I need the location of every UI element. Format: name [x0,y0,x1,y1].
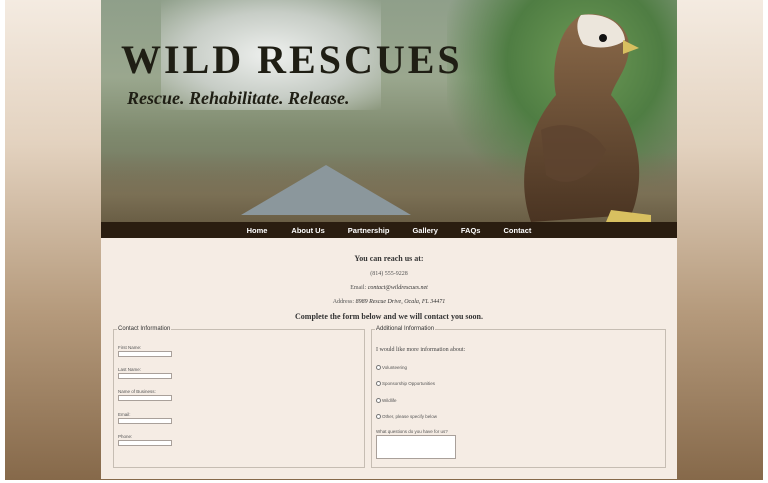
radio-volunteering[interactable] [376,365,381,370]
first-name-label: First Name: [118,345,142,350]
email-field-label: Email: [118,412,131,417]
contact-information-fieldset: Contact Information First Name: Last Nam… [113,326,365,468]
radio-other[interactable] [376,414,381,419]
additional-information-legend: Additional Information [376,326,435,332]
business-name-label: Name of Business: [118,389,156,394]
option-wildlife[interactable]: Wildlife [376,398,397,403]
site-frame: WILD RESCUES Rescue. Rehabilitate. Relea… [101,0,677,479]
option-volunteering-label: Volunteering [382,365,408,370]
nav-contact[interactable]: Contact [503,226,531,235]
header-banner: WILD RESCUES Rescue. Rehabilitate. Relea… [101,0,677,222]
option-volunteering[interactable]: Volunteering [376,365,407,370]
option-sponsorship-label: Sponsorship Opportunities [382,381,436,386]
radio-sponsorship[interactable] [376,381,381,386]
email-label: Email: [350,285,367,291]
last-name-input[interactable] [118,373,172,379]
address-label: Address: [332,299,355,305]
address-value: 8989 Rescue Drive, Ocala, FL 34471 [355,299,446,305]
nav-partnership[interactable]: Partnership [348,226,390,235]
email-link[interactable]: contact@wildrescues.net [368,285,428,291]
option-sponsorship[interactable]: Sponsorship Opportunities [376,381,435,386]
option-other-label: Other, please specify below [382,414,438,419]
last-name-label: Last Name: [118,367,142,372]
phone-label: Phone: [118,434,133,439]
contact-address-line: Address: 8989 Rescue Drive, Ocala, FL 34… [101,299,677,305]
nav-gallery[interactable]: Gallery [412,226,437,235]
site-title: WILD RESCUES [121,37,463,82]
phone-input[interactable] [118,440,172,446]
contact-phone: (814) 555-9228 [370,271,408,277]
form-call-to-action: Complete the form below and we will cont… [295,312,483,321]
contact-information-legend: Contact Information [118,326,171,332]
questions-textarea[interactable] [376,435,456,459]
contact-email-line: Email: contact@wildrescues.net [101,285,677,291]
main-nav: Home About Us Partnership Gallery FAQs C… [101,222,677,238]
option-other[interactable]: Other, please specify below [376,414,437,419]
additional-information-fieldset: Additional Information I would like more… [371,326,666,468]
info-intro: I would like more information about: [376,347,466,353]
option-wildlife-label: Wildlife [382,398,397,403]
nav-home[interactable]: Home [247,226,268,235]
contact-heading: You can reach us at: [354,254,424,263]
first-name-input[interactable] [118,351,172,357]
site-tagline: Rescue. Rehabilitate. Release. [127,88,350,108]
nav-about-us[interactable]: About Us [291,226,324,235]
contact-section: You can reach us at: (814) 555-9228 Emai… [101,254,677,321]
email-field[interactable] [118,418,172,424]
nav-faqs[interactable]: FAQs [461,226,481,235]
business-name-input[interactable] [118,395,172,401]
questions-label: What questions do you have for us? [376,429,448,434]
hawk-image [524,14,651,222]
banner-roof [241,165,411,215]
radio-wildlife[interactable] [376,398,381,403]
